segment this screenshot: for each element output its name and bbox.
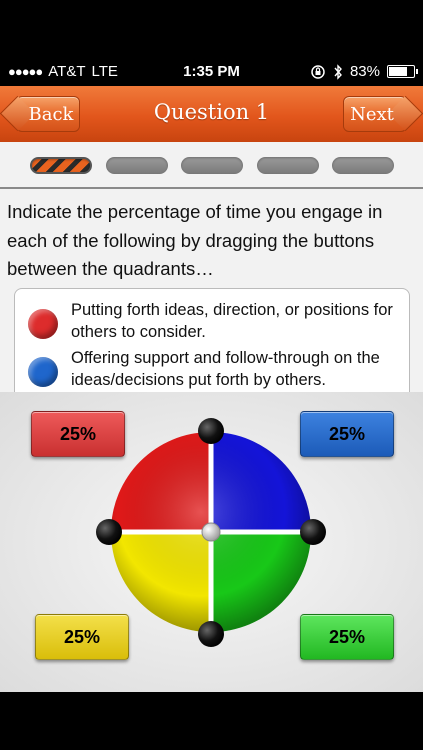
legend-dot-red bbox=[28, 309, 58, 339]
yellow-percentage-value: 25% bbox=[63, 626, 101, 647]
navigation-bar: Back Question 1 Next bbox=[0, 86, 423, 143]
bottom-bar bbox=[0, 692, 423, 750]
drag-handle-top[interactable] bbox=[198, 418, 224, 444]
progress-step-2 bbox=[105, 157, 168, 174]
red-percentage-button[interactable]: 25% bbox=[31, 411, 125, 457]
center-handle[interactable] bbox=[201, 522, 221, 542]
progress-step-5 bbox=[332, 157, 394, 174]
battery-level bbox=[389, 67, 408, 76]
status-bar: ●●●●● AT&T LTE 1:35 PM 83% bbox=[0, 56, 423, 86]
question-text: Indicate the percentage of time you enga… bbox=[7, 201, 383, 279]
blue-percentage-button[interactable]: 25% bbox=[300, 411, 394, 457]
app-screen: ●●●●● AT&T LTE 1:35 PM 83% Back Question… bbox=[0, 0, 423, 750]
next-button-label: Next bbox=[350, 103, 394, 125]
divider bbox=[0, 187, 423, 189]
drag-handle-right[interactable] bbox=[300, 519, 326, 545]
next-button[interactable]: Next bbox=[343, 95, 423, 132]
progress-step-4 bbox=[256, 157, 319, 174]
red-percentage-value: 25% bbox=[59, 423, 97, 444]
progress-indicator bbox=[0, 142, 423, 188]
drag-handle-bottom[interactable] bbox=[198, 621, 224, 647]
status-right: 83% bbox=[310, 63, 418, 80]
yellow-percentage-button[interactable]: 25% bbox=[35, 614, 129, 660]
blue-percentage-value: 25% bbox=[328, 423, 366, 444]
green-percentage-value: 25% bbox=[328, 626, 366, 647]
bluetooth-icon bbox=[334, 63, 342, 80]
quadrant-wheel-area: 25% 25% 25% 25% bbox=[0, 392, 423, 692]
legend-text-blue: Offering support and follow-through on t… bbox=[71, 349, 380, 389]
legend-dot-blue bbox=[28, 357, 58, 387]
legend-text-red: Putting forth ideas, direction, or posit… bbox=[71, 301, 393, 341]
green-percentage-button[interactable]: 25% bbox=[300, 614, 394, 660]
progress-step-1 bbox=[30, 157, 92, 174]
battery-icon bbox=[387, 65, 418, 78]
battery-percent: 83% bbox=[349, 63, 380, 80]
rotation-lock-icon bbox=[311, 64, 325, 79]
legend-box[interactable]: Putting forth ideas, direction, or posit… bbox=[14, 288, 410, 400]
drag-handle-left[interactable] bbox=[96, 519, 122, 545]
progress-step-3 bbox=[181, 157, 243, 174]
